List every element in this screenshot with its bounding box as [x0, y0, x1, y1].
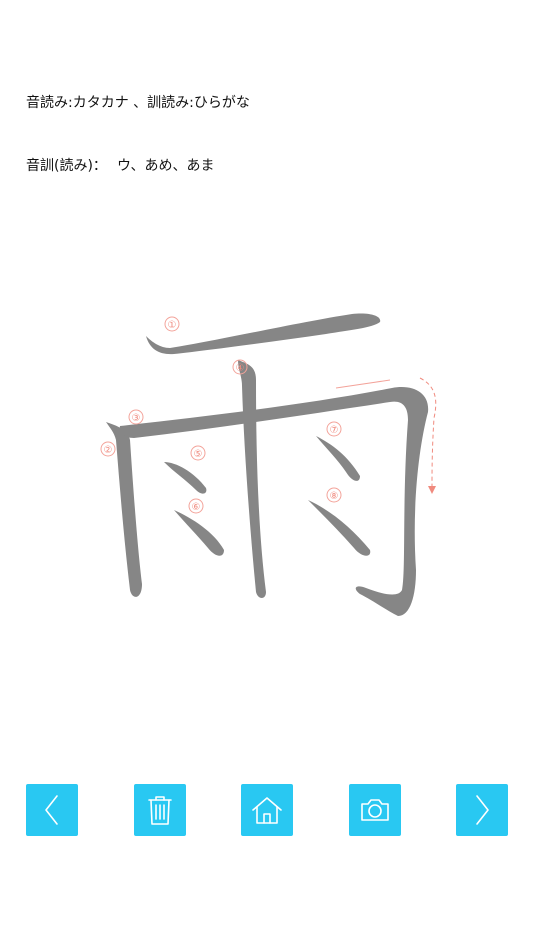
- clear-button[interactable]: [134, 784, 186, 836]
- svg-text:③: ③: [132, 413, 141, 424]
- stroke-5: [164, 462, 207, 494]
- svg-text:⑦: ⑦: [330, 425, 339, 436]
- stroke-number-7: ⑦: [326, 421, 342, 437]
- chevron-right-icon: [476, 795, 489, 825]
- stroke-number-3: ③: [128, 409, 144, 425]
- arrow-head: [428, 486, 436, 494]
- bottom-toolbar: [0, 784, 534, 836]
- chevron-left-icon: [45, 795, 58, 825]
- camera-icon: [361, 799, 389, 821]
- stroke-4: [238, 360, 266, 598]
- readings-value: ウ、あめ、あま: [116, 158, 215, 174]
- stroke-6: [174, 510, 224, 556]
- stroke-number-8: ⑧: [326, 487, 342, 503]
- stroke-3: [119, 387, 429, 616]
- readings-line: 音訓(読み)： ウ、あめ、あま: [26, 157, 215, 175]
- trash-icon: [148, 796, 172, 825]
- stroke-number-5: ⑤: [190, 445, 206, 461]
- svg-text:⑤: ⑤: [194, 449, 203, 460]
- kanji-stroke-diagram: ① ② ③ ④ ⑤ ⑥ ⑦ ⑧: [90, 300, 450, 630]
- next-button[interactable]: [456, 784, 508, 836]
- home-icon: [252, 797, 282, 824]
- reading-legend: 音読み:カタカナ 、訓読み:ひらがな: [26, 95, 250, 111]
- svg-text:④: ④: [236, 363, 245, 374]
- kanji-svg: ① ② ③ ④ ⑤ ⑥ ⑦ ⑧: [100, 313, 437, 616]
- prev-button[interactable]: [26, 784, 78, 836]
- svg-text:②: ②: [104, 445, 113, 456]
- stroke-number-6: ⑥: [188, 498, 204, 514]
- stroke-8: [308, 500, 371, 556]
- svg-text:⑧: ⑧: [330, 491, 339, 502]
- stroke-number-1: ①: [164, 316, 180, 332]
- stroke-direction-hint: [335, 379, 391, 389]
- stroke-7: [316, 436, 360, 481]
- home-button[interactable]: [241, 784, 293, 836]
- stroke-1: [146, 313, 381, 355]
- camera-button[interactable]: [349, 784, 401, 836]
- readings-label: 音訓(読み)：: [26, 158, 107, 174]
- svg-text:①: ①: [168, 320, 177, 331]
- stroke-number-2: ②: [100, 441, 116, 457]
- svg-text:⑥: ⑥: [192, 502, 201, 513]
